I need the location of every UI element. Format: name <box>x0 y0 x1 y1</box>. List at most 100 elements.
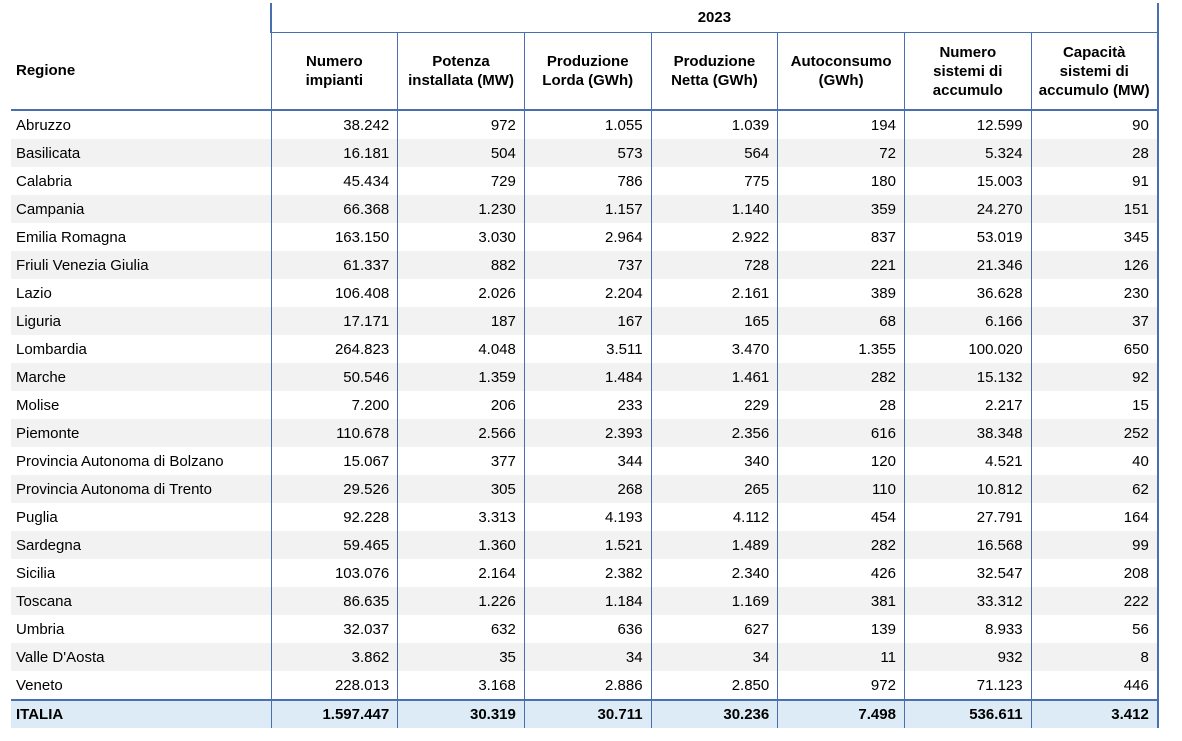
value-cell: 2.382 <box>523 559 652 587</box>
value-cell: 180 <box>777 167 905 195</box>
column-header-line: sistemi di <box>933 62 1003 80</box>
value-cell: 729 <box>397 167 525 195</box>
value-cell: 4.112 <box>650 503 779 531</box>
value-cell: 7.200 <box>270 391 399 419</box>
value-cell: 11 <box>777 643 905 671</box>
value-cell: 27.791 <box>903 503 1032 531</box>
value-cell: 1.055 <box>523 110 652 139</box>
value-cell: 37 <box>1030 307 1159 335</box>
column-header-line: accumulo (MW) <box>1038 81 1150 99</box>
region-cell: Molise <box>11 391 272 419</box>
column-header: Capacità sistemi di accumulo (MW) <box>1030 32 1159 111</box>
value-cell: 91 <box>1030 167 1159 195</box>
value-cell: 573 <box>523 139 652 167</box>
column-header: Potenza installata (MW) <box>397 32 525 111</box>
region-cell: Liguria <box>11 307 272 335</box>
value-cell: 627 <box>650 615 779 643</box>
year-header: 2023 <box>270 3 1159 33</box>
column-header-line: Capacità <box>1062 43 1126 61</box>
value-cell: 206 <box>397 391 525 419</box>
value-cell: 2.566 <box>397 419 525 447</box>
value-cell: 344 <box>523 447 652 475</box>
value-cell: 282 <box>777 531 905 559</box>
value-cell: 2.393 <box>523 419 652 447</box>
table-row: Basilicata 16.181 504 573 564 72 5.324 28 <box>11 139 1159 167</box>
region-cell: Sicilia <box>11 559 272 587</box>
value-cell: 68 <box>777 307 905 335</box>
value-cell: 17.171 <box>270 307 399 335</box>
table-row: Friuli Venezia Giulia 61.337 882 737 728 221 2… <box>11 251 1159 279</box>
value-cell: 1.039 <box>650 110 779 139</box>
table-row: Liguria 17.171 187 167 165 68 6.166 37 <box>11 307 1159 335</box>
value-cell: 106.408 <box>270 279 399 307</box>
value-cell: 71.123 <box>903 671 1032 700</box>
column-header: Numero impianti <box>270 32 399 111</box>
column-header-line: Produzione <box>673 53 756 70</box>
value-cell: 6.166 <box>903 307 1032 335</box>
value-cell: 230 <box>1030 279 1159 307</box>
value-cell: 359 <box>777 195 905 223</box>
region-cell: Friuli Venezia Giulia <box>11 251 272 279</box>
value-cell: 29.526 <box>270 475 399 503</box>
region-cell: Sardegna <box>11 531 272 559</box>
value-cell: 103.076 <box>270 559 399 587</box>
column-header: Produzione Netta (GWh) <box>650 32 779 111</box>
value-cell: 53.019 <box>903 223 1032 251</box>
value-cell: 426 <box>777 559 905 587</box>
total-value-cell: 7.498 <box>777 699 905 728</box>
value-cell: 2.026 <box>397 279 525 307</box>
value-cell: 1.157 <box>523 195 652 223</box>
value-cell: 389 <box>777 279 905 307</box>
value-cell: 4.521 <box>903 447 1032 475</box>
value-cell: 345 <box>1030 223 1159 251</box>
value-cell: 34 <box>523 643 652 671</box>
value-cell: 972 <box>397 110 525 139</box>
value-cell: 40 <box>1030 447 1159 475</box>
column-header-line: installata (MW) <box>408 72 514 89</box>
total-row: ITALIA 1.597.447 30.319 30.711 30.236 7.498 53… <box>11 699 1159 728</box>
value-cell: 728 <box>650 251 779 279</box>
value-cell: 1.489 <box>650 531 779 559</box>
total-value-cell: 30.319 <box>397 699 525 728</box>
value-cell: 15.067 <box>270 447 399 475</box>
value-cell: 1.184 <box>523 587 652 615</box>
value-cell: 99 <box>1030 531 1159 559</box>
value-cell: 5.324 <box>903 139 1032 167</box>
column-header-line: Lorda (GWh) <box>542 72 634 89</box>
value-cell: 38.242 <box>270 110 399 139</box>
regional-data-table: 2023 Regione Numero impianti Potenza instal… <box>11 3 1159 728</box>
value-cell: 72 <box>777 139 905 167</box>
value-cell: 632 <box>397 615 525 643</box>
region-cell: Basilicata <box>11 139 272 167</box>
value-cell: 2.964 <box>523 223 652 251</box>
value-cell: 36.628 <box>903 279 1032 307</box>
value-cell: 100.020 <box>903 335 1032 363</box>
value-cell: 1.226 <box>397 587 525 615</box>
table-row: Valle D'Aosta 3.862 35 34 34 11 932 8 <box>11 643 1159 671</box>
total-value-cell: 3.412 <box>1030 699 1159 728</box>
column-header-line: impianti <box>305 72 364 89</box>
value-cell: 8.933 <box>903 615 1032 643</box>
table-row: Sicilia 103.076 2.164 2.382 2.340 426 32.547 20… <box>11 559 1159 587</box>
value-cell: 233 <box>523 391 652 419</box>
column-header-line: (GWh) <box>818 72 864 89</box>
region-column-header: Regione <box>11 32 272 111</box>
value-cell: 15 <box>1030 391 1159 419</box>
value-cell: 35 <box>397 643 525 671</box>
table-row: Abruzzo 38.242 972 1.055 1.039 194 12.599 90 <box>11 110 1159 139</box>
value-cell: 837 <box>777 223 905 251</box>
column-header-line: accumulo <box>932 81 1003 99</box>
value-cell: 264.823 <box>270 335 399 363</box>
value-cell: 616 <box>777 419 905 447</box>
region-cell: Provincia Autonoma di Trento <box>11 475 272 503</box>
total-value-cell: 536.611 <box>903 699 1032 728</box>
value-cell: 221 <box>777 251 905 279</box>
region-cell: Calabria <box>11 167 272 195</box>
value-cell: 377 <box>397 447 525 475</box>
value-cell: 15.003 <box>903 167 1032 195</box>
table-row: Provincia Autonoma di Bolzano 15.067 377 34… <box>11 447 1159 475</box>
table-body: Abruzzo 38.242 972 1.055 1.039 194 12.599 90 Bas… <box>11 110 1159 700</box>
value-cell: 1.169 <box>650 587 779 615</box>
value-cell: 92 <box>1030 363 1159 391</box>
value-cell: 1.360 <box>397 531 525 559</box>
